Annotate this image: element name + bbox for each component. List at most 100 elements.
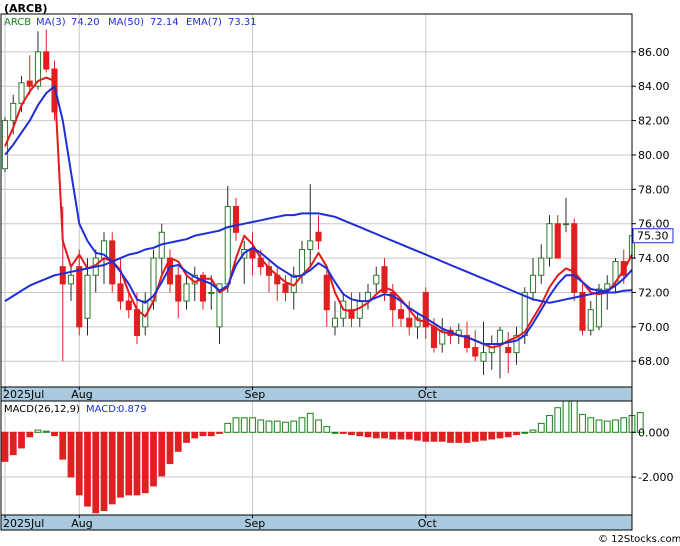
candle-up [10, 102, 17, 122]
macd-bar-negative [348, 431, 355, 436]
candle-down [430, 326, 438, 348]
macd-bar-positive [537, 422, 545, 433]
candle-up [373, 274, 380, 285]
macd-bar-positive [232, 417, 240, 433]
macd-bar-negative [496, 431, 504, 439]
macd-xaxis-band [0, 514, 633, 531]
macd-bar-negative [75, 431, 83, 496]
candle-up [183, 283, 190, 302]
macd-bar-negative [405, 431, 413, 440]
price-ytick-label: 72.00 [638, 286, 670, 299]
candle-down [397, 309, 405, 319]
macd-bar-positive [620, 417, 628, 433]
macd-bar-positive [554, 407, 562, 433]
macd-bar-negative [174, 431, 182, 452]
candle-down [472, 346, 479, 357]
candle-up [307, 240, 314, 250]
candle-up [587, 309, 594, 331]
last-price-value: 75.30 [637, 230, 669, 243]
macd-bar-negative [488, 431, 496, 440]
macd-bar-positive [579, 413, 586, 433]
macd-bar-negative [133, 431, 141, 496]
macd-legend-value-label: MACD: [86, 404, 119, 415]
macd-bar-positive [562, 398, 570, 433]
macd-bar-negative [117, 431, 124, 498]
candle-up [208, 291, 215, 294]
macd-bar-positive [315, 419, 322, 433]
macd-ytick-label: 0.000 [638, 426, 670, 439]
macd-bar-negative [356, 431, 364, 437]
macd-bar-negative [372, 431, 380, 439]
candle-up [224, 206, 231, 285]
price-ytick-label: 70.00 [638, 321, 670, 334]
macd-bar-negative [414, 431, 421, 441]
legend-ma3-value: 74.20 [71, 17, 100, 28]
candle-down [117, 283, 124, 302]
price-ytick-label: 84.00 [638, 80, 670, 93]
macd-bar-negative [191, 431, 199, 439]
candle-up [67, 274, 75, 285]
legend-ma50-label: MA(50) [108, 17, 144, 28]
macd-bar-negative [199, 431, 207, 437]
macd-bar-positive [265, 420, 273, 433]
candle-down [554, 223, 561, 259]
macd-bar-negative [447, 431, 454, 443]
price-xtick-label: Sep [245, 388, 266, 401]
macd-bar-positive [546, 415, 553, 433]
macd-bar-negative [364, 431, 372, 438]
macd-bar-negative [67, 431, 75, 478]
candlestick-series [1, 29, 636, 379]
price-xtick-label: 2025Jul [3, 388, 44, 401]
price-ytick-label: 82.00 [638, 115, 670, 128]
macd-bar-negative [92, 431, 100, 514]
moving-average-lines [4, 76, 633, 349]
candle-up [562, 223, 570, 226]
candle-up [84, 274, 91, 319]
macd-bar-negative [158, 431, 166, 477]
candle-up [331, 317, 339, 328]
price-ytick-label: 78.00 [638, 183, 670, 196]
candle-down [26, 80, 33, 87]
macd-bar-negative [207, 431, 215, 437]
price-xtick-label: Aug [71, 388, 92, 401]
price-ytick-label: 68.00 [638, 355, 670, 368]
macd-bar-positive [587, 417, 595, 433]
macd-bar-negative [26, 431, 34, 438]
macd-bar-negative [141, 431, 149, 494]
macd-bar-positive [323, 426, 331, 433]
macd-ytick-label: -2.000 [638, 471, 673, 484]
macd-bar-negative [513, 431, 520, 436]
macd-bar-negative [125, 431, 133, 496]
price-ytick-label: 86.00 [638, 46, 670, 59]
price-grid [1, 14, 632, 387]
macd-bar-positive [570, 399, 578, 433]
macd-bar-negative [150, 431, 157, 487]
candle-down [249, 248, 256, 259]
last-price-tag: 75.30 [632, 228, 674, 244]
candle-down [43, 51, 50, 70]
macd-bar-negative [471, 431, 479, 442]
macd-bar-negative [397, 431, 405, 440]
candle-down [315, 231, 322, 242]
candle-down [232, 206, 240, 233]
chart-title: (ARCB) [4, 2, 48, 15]
chart-stage: 68.00 70.00 72.00 74.00 76.00 78.00 80.00 82.00… [0, 0, 680, 546]
macd-bar-positive [34, 429, 42, 433]
macd-bar-positive [306, 412, 314, 433]
candle-up [546, 223, 553, 259]
candle-up [604, 283, 611, 290]
price-ytick-label: 80.00 [638, 149, 670, 162]
stock-chart: 68.0070.0072.0074.0076.0078.0080.0082.00… [0, 2, 680, 545]
legend-ma3-label: MA(3) [36, 17, 66, 28]
macd-bar-negative [18, 431, 25, 449]
price-ytick-label: 74.00 [638, 252, 670, 265]
candle-down [133, 309, 141, 336]
copyright-text: © 12Stocks.com [598, 534, 680, 545]
macd-bar-positive [42, 430, 50, 433]
candle-up [480, 352, 487, 362]
macd-bar-positive [331, 431, 339, 434]
macd-bar-negative [455, 431, 463, 443]
macd-histogram [1, 398, 644, 514]
macd-xtick-label: Oct [418, 517, 438, 530]
price-legend: ARCB MA(3) 74.20 MA(50) 72.14 EMA(7) 73.… [4, 17, 257, 28]
